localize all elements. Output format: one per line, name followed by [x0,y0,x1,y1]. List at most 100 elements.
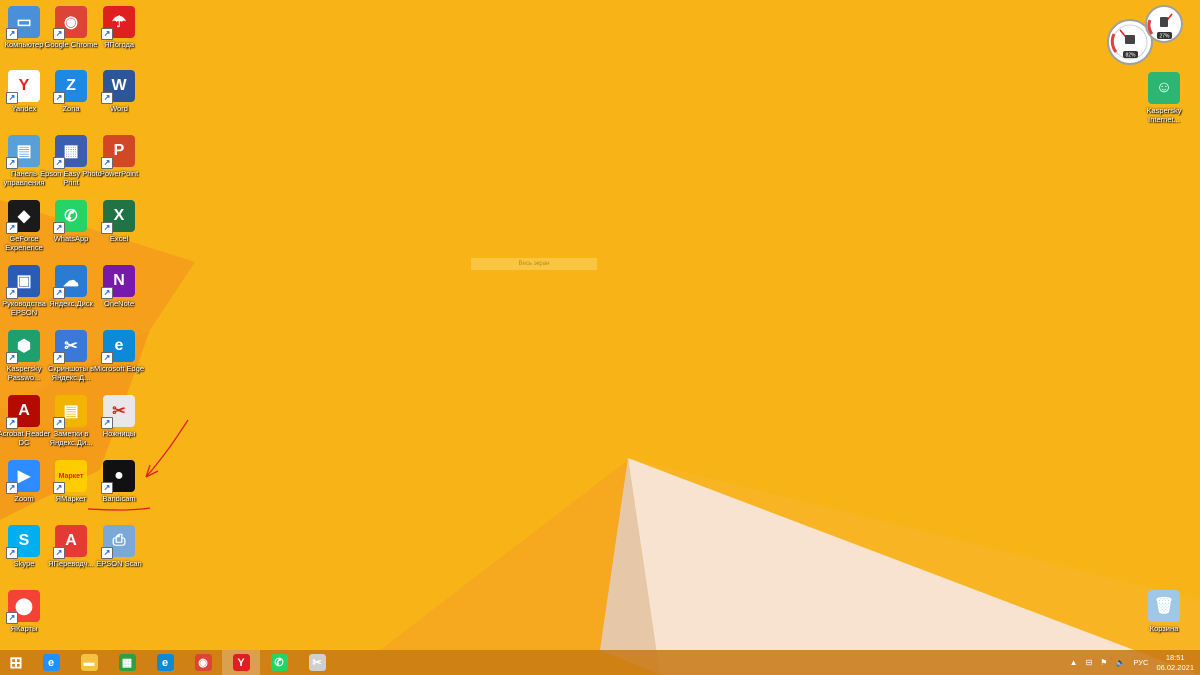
desktop-shortcut[interactable]: W ↗ Word [86,66,152,113]
kaspersky-password-icon: ⬢ ↗ [6,330,40,364]
shortcut-arrow-icon: ↗ [6,222,18,234]
scissors-icon: ✂ [308,654,326,671]
icon-glyph: ▶ [17,468,31,485]
chrome-icon: ◉ [194,654,212,671]
shortcut-arrow-icon: ↗ [53,482,65,494]
shortcut-arrow-icon: ↗ [53,28,65,40]
taskbar-button[interactable]: ◉ [184,650,222,675]
icon-glyph: X [113,207,125,224]
taskbar-button[interactable]: ✆ [260,650,298,675]
shortcut-arrow-icon: ↗ [101,92,113,104]
shortcut-arrow-icon: ↗ [6,612,18,624]
shortcut-arrow-icon: ↗ [53,417,65,429]
desktop-shortcut-label: Word [110,104,128,113]
recycle-bin-icon: 🗑 [1148,590,1180,622]
icon-glyph: ▣ [16,273,32,290]
desktop-shortcut[interactable]: N ↗ OneNote [86,261,152,308]
desktop-shortcut[interactable]: ☂ ↗ ЯПогода [86,2,152,49]
desktop-shortcut-label: ЯКарты [10,624,38,633]
shortcut-arrow-icon: ↗ [6,547,18,559]
input-language-indicator[interactable]: РУС [1133,658,1148,667]
shortcut-arrow-icon: ↗ [6,482,18,494]
taskbar-button[interactable]: ▦ [108,650,146,675]
desktop-shortcut-label: PowerPoint [99,169,139,178]
icon-glyph: W [111,77,127,94]
taskbar-button[interactable]: ▬ [70,650,108,675]
shortcut-arrow-icon: ↗ [6,92,18,104]
shortcut-arrow-icon: ↗ [53,222,65,234]
icon-glyph: ☁ [63,273,79,290]
desktop-shortcut[interactable]: ✂ ↗ Ножницы [86,391,152,438]
shortcut-arrow-icon: ↗ [6,417,18,429]
shortcut-arrow-icon: ↗ [6,287,18,299]
icon-glyph: ✂ [64,338,78,355]
volume-icon[interactable]: 🔈 [1115,658,1125,667]
shortcut-arrow-icon: ↗ [101,28,113,40]
icon-glyph: ▤ [16,143,32,160]
shortcut-arrow-icon: ↗ [53,287,65,299]
yandex-browser-icon: Y [232,654,250,671]
taskbar-button[interactable]: ✂ [298,650,336,675]
excel-icon: X ↗ [101,200,135,234]
shortcut-arrow-icon: ↗ [6,352,18,364]
desktop-shortcut[interactable]: ⎙ ↗ EPSON Scan [86,521,152,568]
icon-glyph: Y [18,77,30,94]
icon-glyph: Z [66,77,76,94]
icon-glyph: S [18,532,30,549]
desktop-shortcut[interactable]: ☺ Kaspersky Internet... [1131,68,1197,124]
icon-glyph: ▤ [63,403,79,420]
icon-glyph: ▦ [63,143,79,160]
clock-time: 18:51 [1165,652,1185,662]
icon-glyph: N [113,272,125,289]
yandex-browser-icon: Y ↗ [6,70,40,104]
desktop-shortcut[interactable]: X ↗ Excel [86,196,152,243]
icon-glyph: ✂ [112,403,126,420]
network-icon[interactable]: ⊟ [1086,658,1093,667]
icon-glyph: A [65,532,77,549]
desktop-shortcut-label: Корзина [1149,624,1179,633]
shortcut-arrow-icon: ↗ [53,157,65,169]
epson-scan-icon: ⎙ ↗ [101,525,135,559]
screenshot-icon: ✂ ↗ [53,330,87,364]
epson-photo-icon: ▦ ↗ [53,135,87,169]
desktop-shortcut[interactable]: 🗑 Корзина [1131,586,1197,633]
desktop-shortcut-label: ЯПогода [103,40,135,49]
clock[interactable]: 18:51 06.02.2021 [1156,653,1194,673]
control-panel-icon: ▤ ↗ [6,135,40,169]
taskbar-button[interactable]: e [32,650,70,675]
icon-glyph: ☺ [1155,79,1173,96]
internet-explorer-icon: e [42,654,60,671]
taskbar-button[interactable]: Y [222,650,260,675]
icon-glyph: ☂ [111,14,127,31]
shortcut-arrow-icon: ↗ [101,417,113,429]
zona-icon: Z ↗ [53,70,87,104]
desktop-shortcut-label: OneNote [103,299,135,308]
desktop-shortcut[interactable]: ⬤ ↗ ЯКарты [0,586,57,633]
desktop-shortcut[interactable]: e ↗ Microsoft Edge [86,326,152,373]
desktop-shortcut[interactable]: P ↗ PowerPoint [86,131,152,178]
shortcut-arrow-icon: ↗ [101,482,113,494]
start-button[interactable]: ⊞ [0,650,32,675]
powerpoint-icon: P ↗ [101,135,135,169]
desktop-shortcut[interactable]: ● ↗ Bandicam [86,456,152,503]
icon-glyph: e [114,337,124,354]
shortcut-arrow-icon: ↗ [101,287,113,299]
acrobat-icon: A ↗ [6,395,40,429]
edge-icon: e ↗ [101,330,135,364]
desktop-shortcut-label: Microsoft Edge [93,364,145,373]
windows-start-icon: ⊞ [9,654,23,672]
umbrella-icon: ☂ ↗ [101,6,135,40]
bandicam-icon: ● ↗ [101,460,135,494]
desktop-shortcut-label: Kaspersky Internet... [1146,106,1182,124]
flag-icon[interactable]: ⚑ [1100,658,1107,667]
show-hidden-icons-chevron-icon[interactable]: ▲ [1070,658,1078,667]
ram-load-readout: 27% [1159,34,1170,40]
taskbar-button[interactable]: e [146,650,184,675]
whatsapp-icon: ✆ [270,654,288,671]
icon-glyph: Маркет [58,472,84,480]
taskbar: ⊞ e ▬ ▦ e ◉ Y ✆ ✂ ▲ ⊟ ⚑ 🔈 РУС 18:51 06.02.2021 [0,650,1200,675]
cpu-load-readout: 82% [1125,53,1136,59]
icon-glyph: 🗑 [1153,598,1175,615]
edge-icon: e [156,654,174,671]
desktop-shortcut-label: Excel [109,234,129,243]
